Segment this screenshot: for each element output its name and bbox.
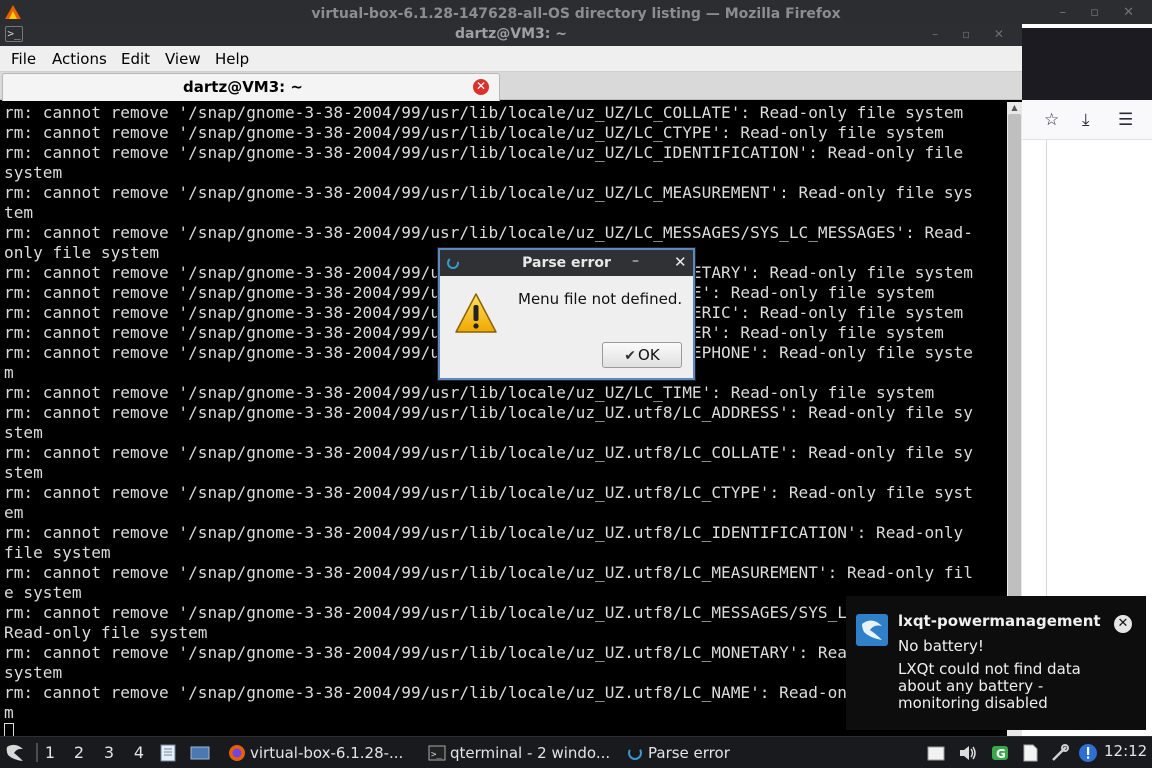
task-label: virtual-box-6.1.28-... (250, 744, 404, 762)
ok-button-label: OK (638, 346, 660, 364)
terminal-window-buttons[interactable]: – ▫ ✕ (932, 27, 1014, 41)
terminal-tab[interactable]: dartz@VM3: ~ ✕ (2, 73, 500, 101)
firefox-logo-icon (5, 5, 21, 19)
dialog-app-icon (447, 257, 459, 269)
terminal-tab-label: dartz@VM3: ~ (183, 78, 303, 96)
terminal-line: system (4, 163, 63, 182)
terminal-line: tem (4, 203, 34, 222)
terminal-window-title: dartz@VM3: ~ (455, 26, 567, 42)
firefox-divider (1046, 140, 1047, 600)
notification-summary: No battery! (898, 637, 984, 655)
downloads-icon[interactable]: ⤓ (1082, 110, 1090, 130)
warning-icon (455, 293, 497, 333)
terminal-line: stem (4, 423, 43, 442)
terminal-line: rm: cannot remove '/snap/gnome-3-38-2004… (4, 123, 944, 142)
terminal-line: em (4, 503, 24, 522)
menu-view[interactable]: View (165, 50, 201, 68)
dialog-close-icon[interactable]: ✕ (674, 253, 687, 271)
notes-icon[interactable] (1020, 743, 1040, 763)
checkmark-icon: ✔ (624, 348, 637, 364)
dialog-title: Parse error (522, 255, 611, 271)
task-label: Parse error (648, 744, 730, 762)
terminal-line: rm: cannot remove '/snap/gnome-3-38-2004… (4, 403, 973, 422)
terminal-line: rm: cannot remove '/snap/gnome-3-38-2004… (4, 183, 973, 202)
tab-close-icon[interactable]: ✕ (473, 79, 489, 95)
bookmark-star-icon[interactable]: ☆ (1044, 110, 1059, 130)
clock[interactable]: 12:12 (1104, 742, 1147, 760)
desktop-3[interactable]: 3 (96, 743, 122, 762)
terminal-line: rm: cannot remove '/snap/gnome-3-38-2004… (4, 563, 973, 582)
terminal-line: rm: cannot remove '/snap/gnome-3-38-2004… (4, 523, 964, 542)
firefox-toolbar: ☆ ⤓ ☰ (1022, 100, 1152, 140)
info-alert-icon[interactable] (1078, 743, 1098, 763)
menu-edit[interactable]: Edit (121, 50, 150, 68)
terminal-icon: >_ (428, 745, 446, 761)
update-icon[interactable]: G (990, 743, 1010, 763)
terminal-line: rm: cannot remove '/snap/gnome-3-38-2004… (4, 383, 935, 402)
task-qterminal[interactable]: >_ qterminal - 2 windo... (424, 739, 616, 767)
battery-notification[interactable]: lxqt-powermanagement ✕ No battery! LXQt … (846, 596, 1146, 730)
firefox-tabstrip (1022, 28, 1152, 100)
desktop-2[interactable]: 2 (66, 743, 92, 762)
firefox-window-buttons[interactable]: – ▫ ✕ (1060, 5, 1144, 20)
notification-app-name: lxqt-powermanagement (898, 612, 1101, 630)
menu-help[interactable]: Help (215, 50, 249, 68)
dialog-titlebar[interactable]: Parse error (440, 250, 693, 276)
notification-body: LXQt could not find data about any batte… (898, 660, 1081, 712)
terminal-line: rm: cannot remove '/snap/gnome-3-38-2004… (4, 143, 964, 162)
menu-actions[interactable]: Actions (52, 50, 107, 68)
dialog-icon (628, 746, 642, 760)
terminal-line: rm: cannot remove '/snap/gnome-3-38-2004… (4, 443, 973, 462)
svg-text:>_: >_ (431, 750, 442, 760)
firefox-window-title: virtual-box-6.1.28-147628-all-OS directo… (311, 6, 841, 22)
firefox-icon (229, 745, 245, 761)
file-manager-icon[interactable] (158, 743, 178, 763)
task-parse-error[interactable]: Parse error (622, 739, 772, 767)
terminal-app-icon: >_ (5, 26, 23, 42)
svg-text:G: G (996, 747, 1006, 761)
terminal-titlebar[interactable]: dartz@VM3: ~ (0, 24, 1022, 46)
task-label: qterminal - 2 windo... (450, 744, 611, 762)
taskbar: 1 2 3 4 virtual-box-6.1.28-... >_ qtermi… (0, 736, 1152, 768)
dialog-minimize-icon[interactable]: – (632, 253, 639, 269)
volume-icon[interactable] (958, 743, 978, 763)
lxqt-logo-icon (856, 614, 888, 646)
notification-close-icon[interactable]: ✕ (1114, 615, 1132, 633)
parse-error-dialog: Parse error – ✕ Menu file not defined. ✔… (438, 248, 695, 380)
scroll-up-icon[interactable]: ▲ (1008, 103, 1021, 113)
terminal-line: file system (4, 543, 111, 562)
task-firefox[interactable]: virtual-box-6.1.28-... (224, 739, 414, 767)
firefox-titlebar[interactable]: virtual-box-6.1.28-147628-all-OS directo… (0, 0, 1152, 24)
desktop-1[interactable]: 1 (36, 743, 62, 762)
terminal-line: rm: cannot remove '/snap/gnome-3-38-2004… (4, 483, 973, 502)
dialog-message: Menu file not defined. (518, 290, 683, 308)
terminal-line: rm: cannot remove '/snap/gnome-3-38-2004… (4, 103, 964, 122)
terminal-menubar: File Actions Edit View Help (0, 46, 1022, 72)
terminal-cursor (4, 723, 14, 737)
network-tools-icon[interactable] (1050, 743, 1070, 763)
hamburger-menu-icon[interactable]: ☰ (1118, 110, 1133, 130)
ok-button[interactable]: ✔ OK (602, 342, 682, 368)
main-menu-icon[interactable] (4, 743, 26, 763)
desktop-4[interactable]: 4 (126, 743, 152, 762)
clipboard-icon[interactable] (926, 743, 946, 763)
terminal-line: stem (4, 463, 43, 482)
terminal-tabbar: dartz@VM3: ~ ✕ (0, 72, 1022, 101)
menu-file[interactable]: File (11, 50, 36, 68)
terminal-line: rm: cannot remove '/snap/gnome-3-38-2004… (4, 223, 973, 242)
show-desktop-icon[interactable] (190, 743, 210, 763)
